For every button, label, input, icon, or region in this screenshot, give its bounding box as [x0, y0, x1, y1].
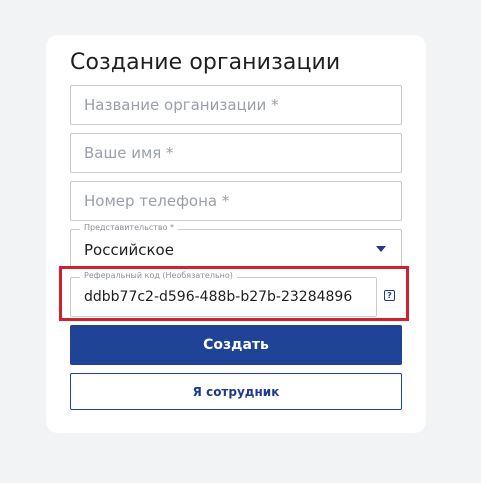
- representation-value: Российское: [84, 241, 174, 259]
- page-title: Создание организации: [70, 50, 341, 75]
- create-button[interactable]: Создать: [70, 325, 402, 365]
- phone-input[interactable]: [71, 182, 401, 220]
- phone-field[interactable]: [70, 181, 402, 221]
- chevron-down-icon[interactable]: [376, 246, 386, 252]
- create-organization-card: Создание организации Представительство *…: [46, 35, 426, 433]
- user-name-field[interactable]: [70, 133, 402, 173]
- question-mark-icon[interactable]: ?: [384, 290, 395, 301]
- employee-button[interactable]: Я сотрудник: [70, 373, 402, 410]
- representation-select[interactable]: Представительство * Российское: [70, 223, 402, 269]
- organization-name-input[interactable]: [71, 86, 401, 124]
- organization-name-field[interactable]: [70, 85, 402, 125]
- user-name-input[interactable]: [71, 134, 401, 172]
- referral-code-input[interactable]: [71, 278, 376, 316]
- referral-code-field[interactable]: Реферальный код (Необязательно): [70, 271, 377, 317]
- representation-label: Представительство *: [80, 223, 179, 232]
